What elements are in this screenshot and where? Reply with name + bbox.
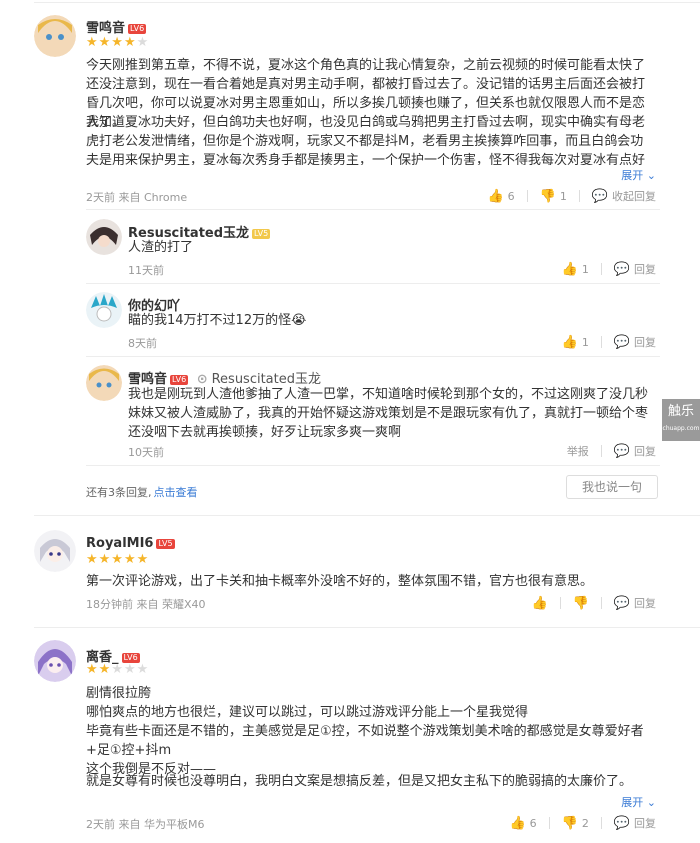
dislike-button[interactable]: 👎 1 (540, 189, 567, 204)
comment-meta: 2天前 来自 华为平板M6 (86, 818, 205, 831)
comment-actions: 👍 6 👎 1 💬 收起回复 (487, 188, 656, 204)
reply-divider (86, 209, 660, 210)
report-button[interactable]: 举报 (567, 443, 589, 459)
reply-divider (86, 465, 660, 466)
comment-text-line2: 哪怕爽点的地方也很烂，建议可以跳过，可以跳过游戏评分能上一个星我觉得 (86, 705, 529, 720)
rating-stars: ★★★★★ (86, 662, 150, 677)
reply-meta: 10天前 (128, 446, 164, 459)
reply-button[interactable]: 💬 回复 (614, 261, 656, 277)
crying-emoji-icon: 😭 (291, 313, 307, 328)
like-button[interactable]: 👍 1 (562, 262, 589, 277)
write-reply-button[interactable]: 我也说一句 (566, 475, 658, 499)
fold-replies-button[interactable]: 💬 收起回复 (592, 188, 656, 204)
rating-stars: ★★★★★ (86, 552, 150, 567)
chevron-down-icon: ⌄ (646, 796, 656, 809)
more-replies: 还有3条回复, 点击查看 (86, 486, 198, 499)
view-more-link[interactable]: 点击查看 (154, 486, 198, 499)
comment-divider (34, 515, 700, 516)
reply-button[interactable]: 💬 回复 (614, 595, 656, 611)
comment-meta: 18分钟前 来自 荣耀X40 (86, 598, 206, 611)
top-divider (34, 2, 700, 3)
reply-text: 我也是刚玩到人渣他爹抽了人渣一巴掌，不知道啥时候轮到那个女的，不过这刚爽了没几秒… (128, 387, 649, 440)
thumbs-down-icon: 👎 (539, 188, 556, 204)
comment-icon: 💬 (613, 815, 630, 831)
comment-icon: 💬 (613, 261, 630, 277)
level-badge: LV5 (252, 228, 271, 239)
like-button[interactable]: 👍 1 (562, 335, 589, 350)
avatar[interactable] (34, 530, 76, 572)
comment-icon: 💬 (613, 595, 630, 611)
like-button[interactable]: 👍 6 (509, 816, 536, 831)
dislike-button[interactable]: 👎 (573, 596, 589, 611)
comment-icon: 💬 (613, 443, 630, 459)
dislike-button[interactable]: 👎 2 (562, 816, 589, 831)
reply-button[interactable]: 💬 回复 (614, 334, 656, 350)
reply-text: 瞄的我14万打不过12万的怪😭 (128, 313, 307, 328)
comment-actions: 👍 6 👎 2 💬 回复 (509, 815, 656, 831)
like-button[interactable]: 👍 (531, 596, 547, 611)
thumbs-down-icon: 👎 (572, 595, 589, 611)
expand-link[interactable]: 展开 ⌄ (621, 794, 656, 810)
thumbs-up-icon: 👍 (531, 595, 548, 611)
comment-actions: 👍 👎 💬 回复 (531, 595, 656, 611)
reply-actions: 举报 💬 回复 (567, 443, 656, 459)
comment-divider (34, 627, 700, 628)
comment-text-line1: 剧情很拉胯 (86, 686, 152, 701)
rating-stars: ★★★★★ (86, 35, 150, 50)
reply-divider (86, 283, 660, 284)
thumbs-up-icon: 👍 (509, 815, 526, 831)
avatar[interactable] (34, 15, 76, 57)
username[interactable]: RoyalMI6 LV5 (86, 536, 175, 551)
reply-divider (86, 356, 660, 357)
comment-meta: 2天前 来自 Chrome (86, 191, 188, 204)
comment-text-line5: 就是女尊有时候也没尊明白，我明白文案是想搞反差，但是又把女主私下的脆弱搞的太廉价… (86, 774, 633, 789)
avatar[interactable] (34, 640, 76, 682)
comment-text-line3: 毕竟有些卡面还是不错的，主美感觉是足①控，不如说整个游戏策划美术啥的都感觉是女尊… (86, 724, 644, 758)
reply-button[interactable]: 💬 回复 (614, 815, 656, 831)
reply-meta: 11天前 (128, 264, 164, 277)
reply-text: 人渣的打了 (128, 240, 194, 255)
thumbs-up-icon: 👍 (561, 261, 578, 277)
avatar[interactable] (86, 292, 122, 328)
site-logo: 触乐 chuapp.com (662, 399, 700, 441)
level-badge: LV6 (128, 23, 147, 34)
level-badge: LV6 (170, 374, 189, 385)
chevron-down-icon: ⌄ (646, 169, 656, 182)
username[interactable]: 雪鸣音 LV6 (86, 17, 147, 36)
avatar[interactable] (86, 365, 122, 401)
expand-link[interactable]: 展开 ⌄ (621, 167, 656, 183)
reply-actions: 👍 1 💬 回复 (562, 261, 656, 277)
thumbs-up-icon: 👍 (487, 188, 504, 204)
like-button[interactable]: 👍 6 (487, 189, 514, 204)
thumbs-down-icon: 👎 (561, 815, 578, 831)
avatar[interactable] (86, 219, 122, 255)
comment-text-p2: 我知道夏冰功夫好，但白鸽功夫也好啊，也没见白鸽或乌鸦把男主打昏过去啊，现实中确实… (86, 115, 646, 165)
comment-icon: 💬 (613, 334, 630, 350)
comment-text: 第一次评论游戏，出了卡关和抽卡概率外没啥不好的，整体氛围不错，官方也很有意思。 (86, 574, 594, 589)
level-badge: LV6 (121, 652, 140, 663)
thumbs-up-icon: 👍 (561, 334, 578, 350)
reply-actions: 👍 1 💬 回复 (562, 334, 656, 350)
comment-icon: 💬 (591, 188, 608, 204)
reply-meta: 8天前 (128, 337, 157, 350)
level-badge: LV5 (156, 538, 175, 549)
reply-button[interactable]: 💬 回复 (614, 443, 656, 459)
